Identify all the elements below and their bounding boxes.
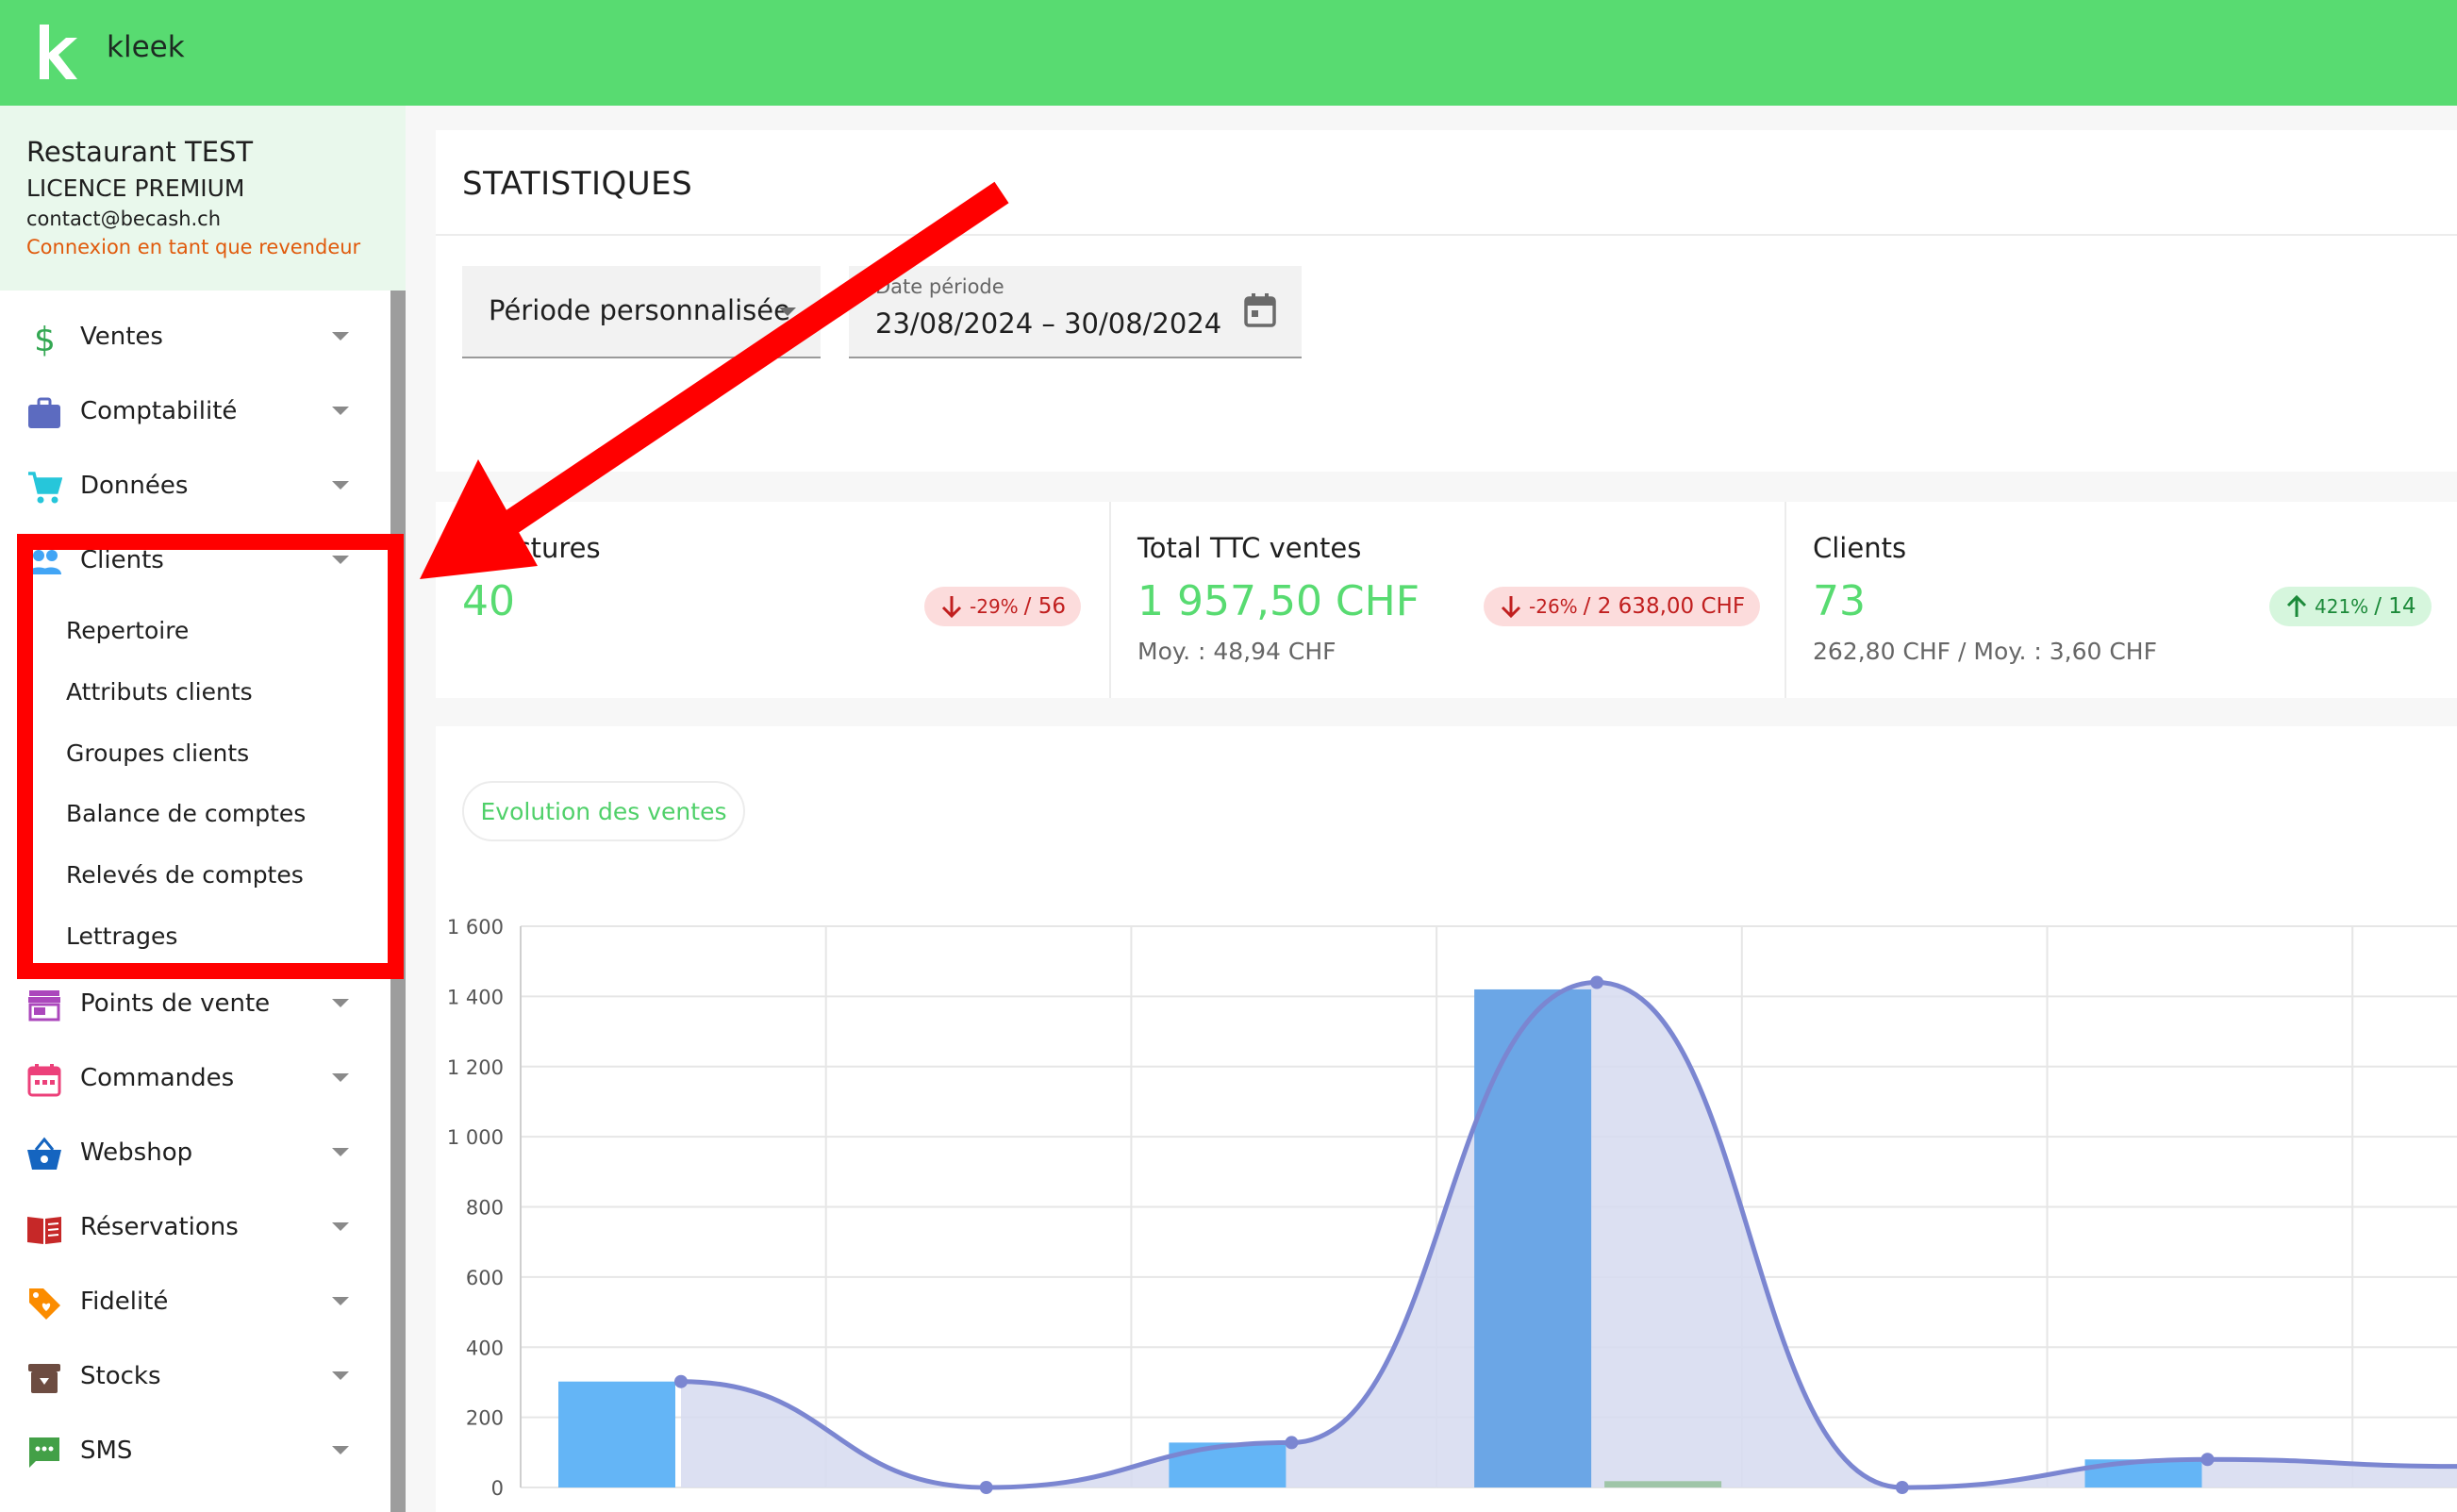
annotation-arrow-shaft [502,181,1009,535]
annotation-arrow-layer [420,181,1009,579]
